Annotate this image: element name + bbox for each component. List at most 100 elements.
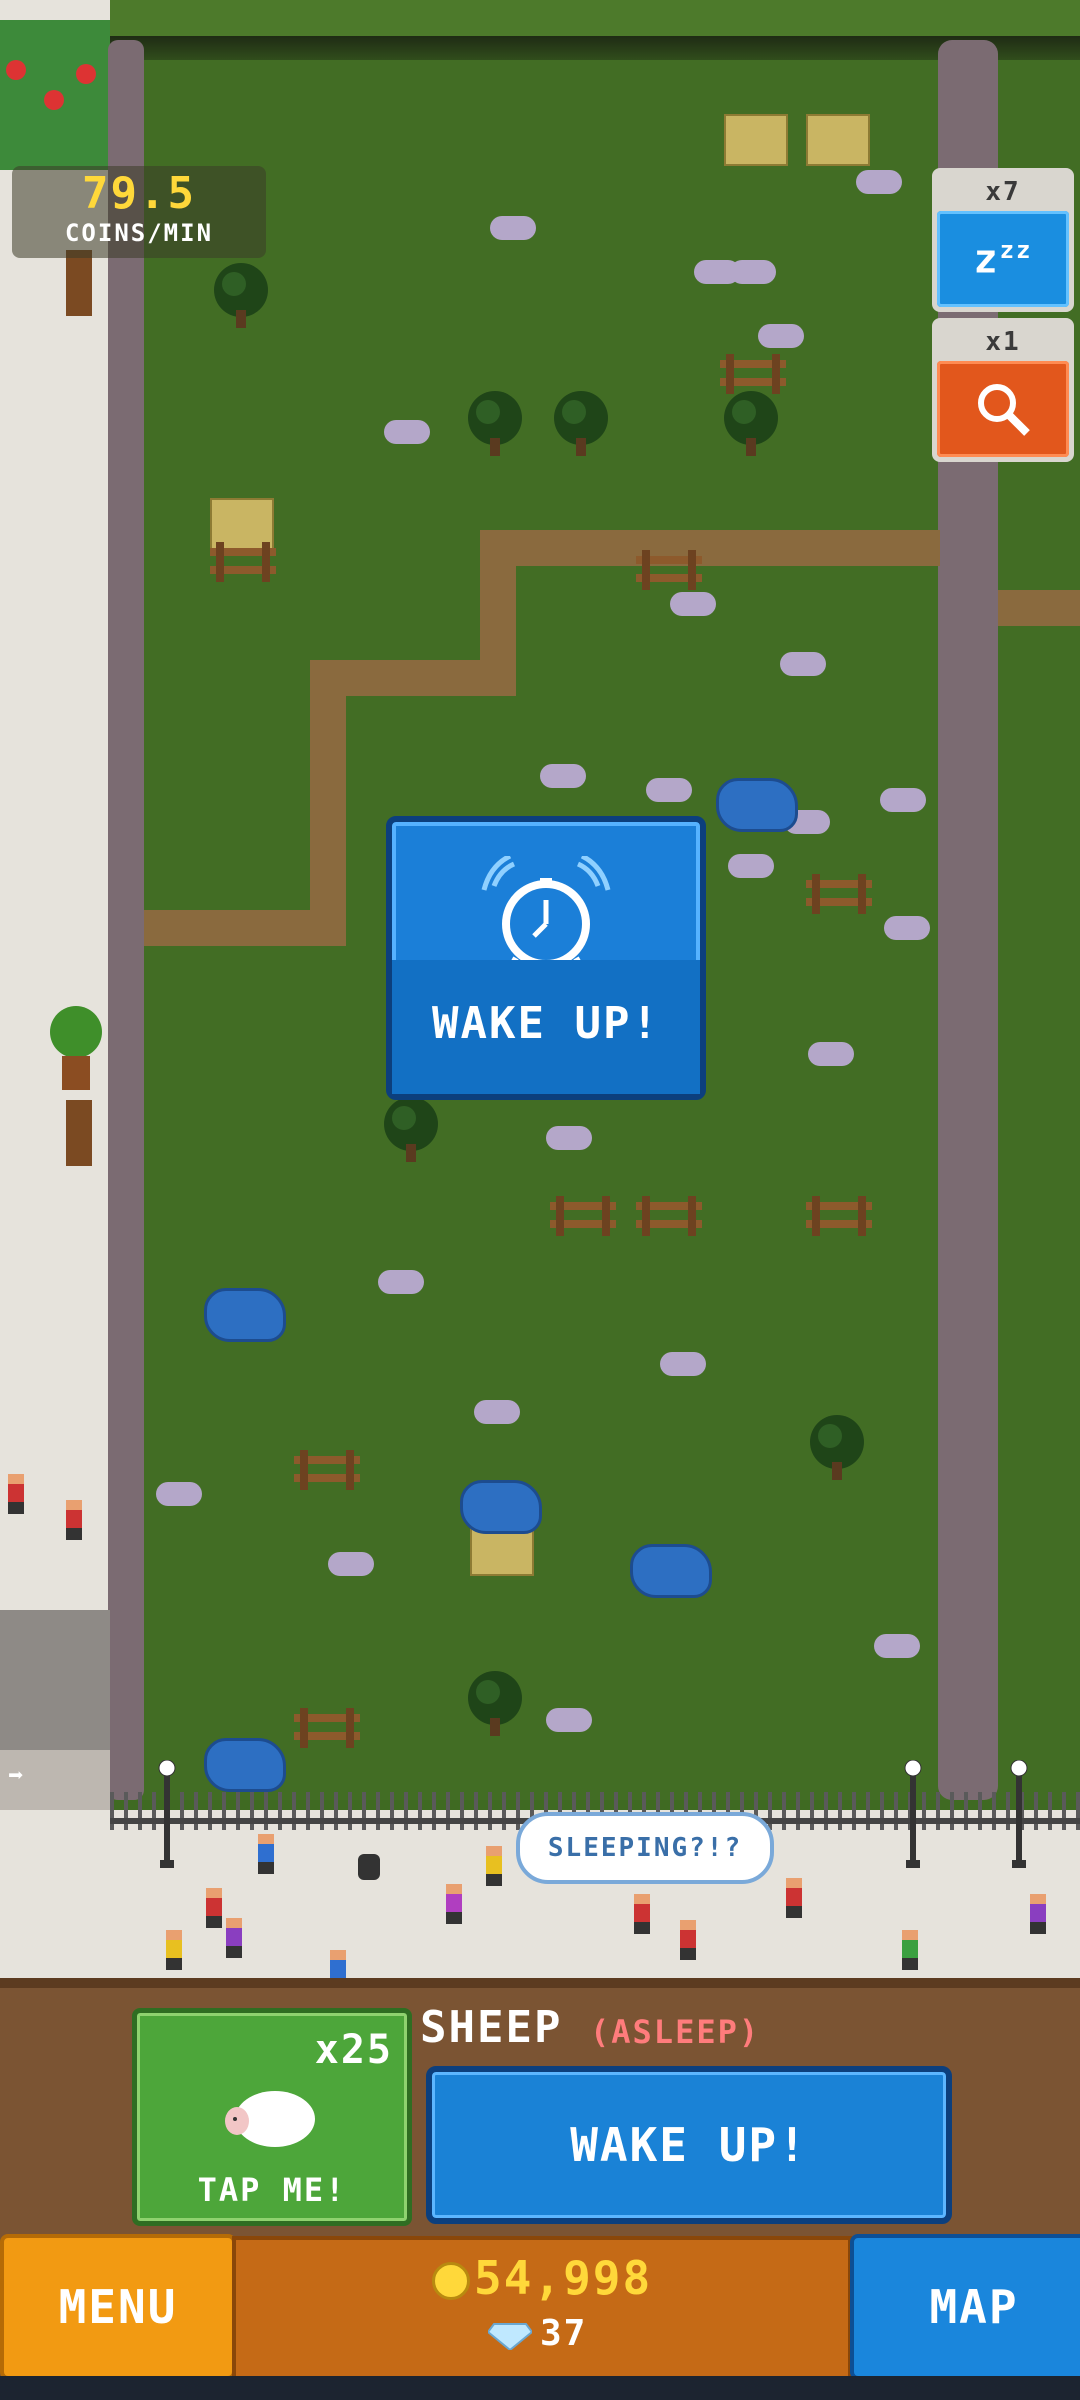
tap-me-label: TAP ME! — [197, 2171, 347, 2209]
pedestrian — [634, 1894, 650, 1934]
tree — [468, 391, 522, 456]
street-lamp — [1010, 1760, 1028, 1868]
pedestrian — [786, 1878, 802, 1918]
sleep-booster-count: x7 — [985, 177, 1021, 207]
rock — [780, 652, 826, 676]
fence — [294, 1708, 360, 1748]
animal-count: x25 — [314, 2027, 393, 2073]
map-button[interactable]: MAP — [850, 2234, 1080, 2380]
pond — [630, 1544, 712, 1598]
coin-rate-display: 79.5 COINS/MIN — [12, 166, 266, 258]
flower — [76, 64, 96, 84]
tree — [554, 391, 608, 456]
speech-bubble: SLEEPING?!? — [516, 1812, 774, 1884]
zzz-icon: zzz — [937, 211, 1069, 307]
pedestrian — [680, 1920, 696, 1960]
pedestrian — [8, 1474, 24, 1514]
rock — [490, 216, 536, 240]
pedestrian — [902, 1930, 918, 1970]
trash-bin — [358, 1854, 380, 1880]
pond — [204, 1288, 286, 1342]
rock — [540, 764, 586, 788]
tree — [810, 1415, 864, 1480]
rock — [378, 1270, 424, 1294]
street-lamp — [904, 1760, 922, 1868]
pond — [716, 778, 798, 832]
fence — [636, 550, 702, 590]
pedestrian — [66, 1500, 82, 1540]
bench — [66, 250, 92, 316]
wake-up-popup-label: WAKE UP! — [432, 998, 660, 1049]
dirt-path — [998, 590, 1080, 626]
rock — [758, 324, 804, 348]
search-booster-button[interactable]: x1 — [932, 318, 1074, 462]
panel-border — [0, 1978, 1080, 1988]
hay-bale — [806, 114, 870, 166]
rock — [808, 1042, 854, 1066]
rock — [884, 916, 930, 940]
gem-balance: 37 — [540, 2313, 588, 2354]
pedestrian — [258, 1834, 274, 1874]
dirt-path — [310, 670, 346, 946]
tree — [468, 1671, 522, 1736]
rock — [874, 1634, 920, 1658]
pond — [204, 1738, 286, 1792]
pedestrian — [446, 1884, 462, 1924]
hay-bale — [724, 114, 788, 166]
rock — [670, 592, 716, 616]
rock — [646, 778, 692, 802]
flower — [44, 90, 64, 110]
fence — [210, 542, 276, 582]
fence — [806, 874, 872, 914]
pedestrian — [166, 1930, 182, 1970]
flower — [6, 60, 26, 80]
fence — [720, 354, 786, 394]
wake-up-button[interactable]: WAKE UP! — [426, 2066, 952, 2224]
tree — [724, 391, 778, 456]
animal-state: (ASLEEP) — [590, 2013, 761, 2051]
fence — [636, 1196, 702, 1236]
pedestrian — [206, 1888, 222, 1928]
rock — [730, 260, 776, 284]
pedestrian — [1030, 1894, 1046, 1934]
pedestrian — [226, 1918, 242, 1958]
tree — [384, 1097, 438, 1162]
coin-icon — [432, 2262, 470, 2300]
dirt-path — [480, 530, 940, 566]
tree — [214, 263, 268, 328]
rock — [728, 854, 774, 878]
bottom-strip — [0, 2376, 1080, 2400]
street-lamp — [158, 1760, 176, 1868]
animal-name: SHEEP — [420, 2002, 563, 2053]
gem-icon — [488, 2323, 532, 2350]
rock — [384, 420, 430, 444]
rock — [546, 1708, 592, 1732]
rock — [880, 788, 926, 812]
arrow-sign-icon: ➡ — [8, 1761, 24, 1791]
menu-button[interactable]: MENU — [0, 2234, 236, 2380]
fence — [550, 1196, 616, 1236]
rock — [660, 1352, 706, 1376]
tap-sheep-card[interactable]: x25 TAP ME! — [132, 2008, 412, 2226]
pedestrian — [486, 1846, 502, 1886]
fence — [806, 1196, 872, 1236]
wake-up-popup[interactable]: WAKE UP! — [386, 816, 706, 1100]
rock — [156, 1482, 202, 1506]
coin-balance: 54,998 — [474, 2251, 653, 2305]
potted-tree — [50, 1006, 102, 1058]
left-stone-wall — [108, 40, 144, 1800]
rock — [546, 1126, 592, 1150]
rock — [474, 1400, 520, 1424]
scene-top-edge — [0, 0, 1080, 40]
pond — [460, 1480, 542, 1534]
fence — [294, 1450, 360, 1490]
coin-rate-unit: COINS/MIN — [64, 219, 214, 247]
plant-pot — [62, 1056, 90, 1090]
currency-display: 54,998 37 — [232, 2236, 852, 2380]
coin-rate-value: 79.5 — [82, 168, 196, 219]
rock — [856, 170, 902, 194]
sleep-booster-button[interactable]: x7 zzz — [932, 168, 1074, 312]
magnifier-icon — [937, 361, 1069, 457]
search-booster-count: x1 — [985, 327, 1021, 357]
bench — [66, 1100, 92, 1166]
